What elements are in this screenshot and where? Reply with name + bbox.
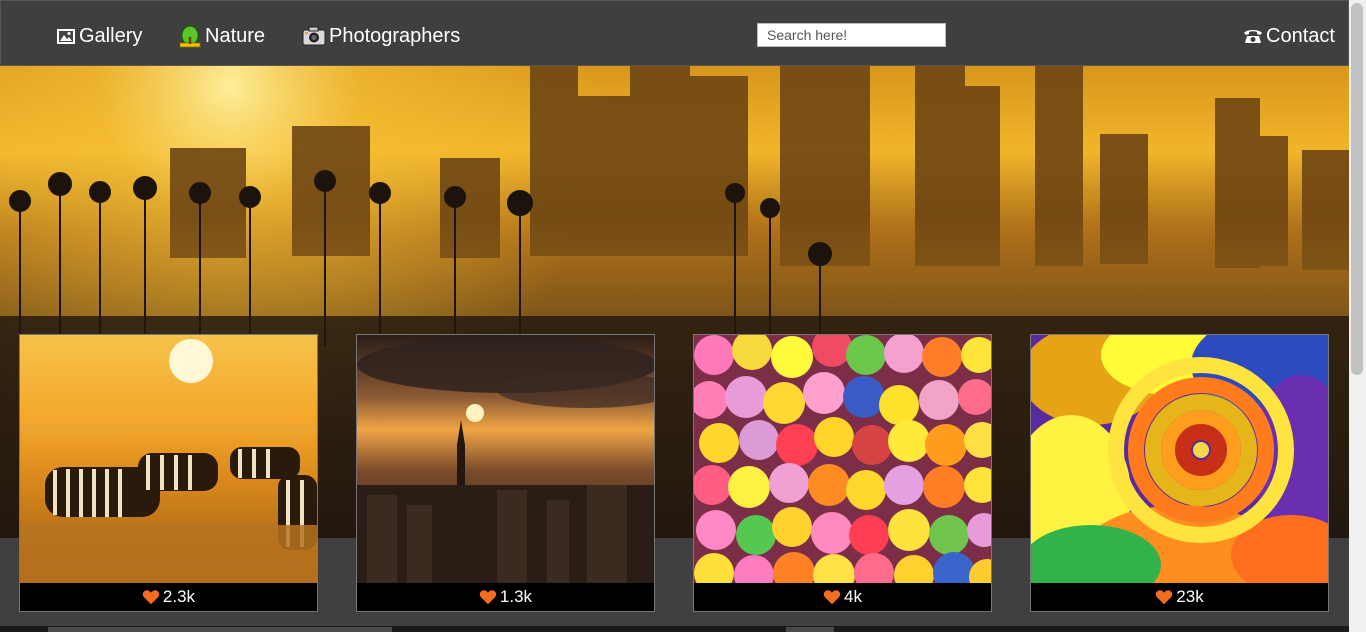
card-image-rainbow-rose <box>1031 335 1328 583</box>
card-likes: 4k <box>694 583 991 611</box>
search-input[interactable] <box>757 23 946 47</box>
bottom-scrollbar-thumb[interactable] <box>48 627 392 632</box>
card-likes: 23k <box>1031 583 1328 611</box>
bottom-scrollbar-segment[interactable] <box>786 627 834 632</box>
page: Gallery Nature Photographers Search here… <box>0 0 1366 632</box>
nav-contact-label: Contact <box>1266 24 1335 47</box>
card-image-candies <box>694 335 991 583</box>
tree-icon <box>178 24 202 48</box>
nav-nature-label: Nature <box>205 24 266 47</box>
card-image-city-tower <box>357 335 654 583</box>
nav-gallery-label: Gallery <box>79 24 143 47</box>
card-likes: 2.3k <box>20 583 317 611</box>
card-image-zebras <box>20 335 317 583</box>
photo-card[interactable]: 1.3k <box>356 334 655 612</box>
card-likes: 1.3k <box>357 583 654 611</box>
likes-count: 23k <box>1176 587 1204 606</box>
heart-icon[interactable] <box>479 589 497 605</box>
photo-card[interactable]: 2.3k <box>19 334 318 612</box>
likes-count: 1.3k <box>499 587 533 606</box>
telephone-icon <box>1243 26 1263 46</box>
nav-nature-link[interactable]: Nature <box>178 23 265 49</box>
likes-count: 2.3k <box>162 587 196 606</box>
nav-gallery-link[interactable]: Gallery <box>56 23 142 49</box>
vertical-scrollbar-thumb[interactable] <box>1351 3 1363 375</box>
heart-icon[interactable] <box>142 589 160 605</box>
nav-photographers-link[interactable]: Photographers <box>302 23 460 49</box>
likes-count: 4k <box>844 587 862 606</box>
picture-frame-icon <box>56 26 76 46</box>
photo-card[interactable]: 23k <box>1030 334 1329 612</box>
nav-photographers-label: Photographers <box>329 24 461 47</box>
top-navbar: Gallery Nature Photographers Search here… <box>0 0 1349 66</box>
photo-card[interactable]: 4k <box>693 334 992 612</box>
heart-icon[interactable] <box>1155 589 1173 605</box>
heart-icon[interactable] <box>823 589 841 605</box>
nav-contact-link[interactable]: Contact <box>1243 23 1335 49</box>
camera-icon <box>302 26 326 46</box>
bottom-scrollbar[interactable] <box>0 626 1349 632</box>
